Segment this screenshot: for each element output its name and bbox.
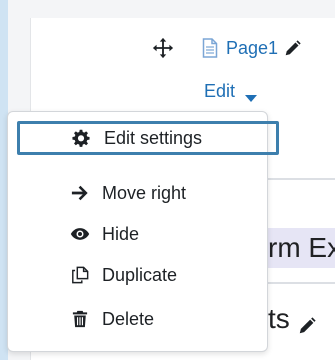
menu-item-hide[interactable]: Hide <box>18 216 276 252</box>
gear-icon <box>71 128 91 148</box>
pencil-icon[interactable] <box>298 310 316 334</box>
move-icon[interactable] <box>152 37 174 59</box>
page-title-link[interactable]: Page1 <box>226 38 278 59</box>
arrow-right-icon <box>70 183 90 203</box>
menu-item-label: Hide <box>102 223 140 244</box>
menu-item-duplicate[interactable]: Duplicate <box>18 257 276 293</box>
activity-header: Page1 <box>152 34 301 62</box>
menu-item-label: Duplicate <box>102 264 178 285</box>
divider <box>268 178 335 180</box>
pencil-icon[interactable] <box>284 39 301 57</box>
duplicate-icon <box>70 265 90 285</box>
menu-item-label: Delete <box>102 308 155 329</box>
menu-item-label: Edit settings <box>104 127 203 148</box>
edit-dropdown-menu: Edit settings Move right Hide Duplicate … <box>7 111 279 352</box>
eye-icon <box>70 224 90 244</box>
divider <box>268 282 335 284</box>
page-file-icon <box>202 38 218 58</box>
menu-item-delete[interactable]: Delete <box>18 301 276 337</box>
edit-menu-label: Edit <box>204 80 236 101</box>
background-heading-text: rm Ex <box>268 232 335 263</box>
trash-icon <box>70 309 90 329</box>
screen: Page1 Edit rm Ex ts Edit settings Move r… <box>0 0 335 360</box>
menu-item-move-right[interactable]: Move right <box>18 175 276 211</box>
menu-item-label: Move right <box>102 182 187 203</box>
menu-item-edit-settings[interactable]: Edit settings <box>17 121 279 155</box>
edit-menu-toggle[interactable]: Edit <box>204 78 258 104</box>
caret-down-icon <box>245 87 258 102</box>
